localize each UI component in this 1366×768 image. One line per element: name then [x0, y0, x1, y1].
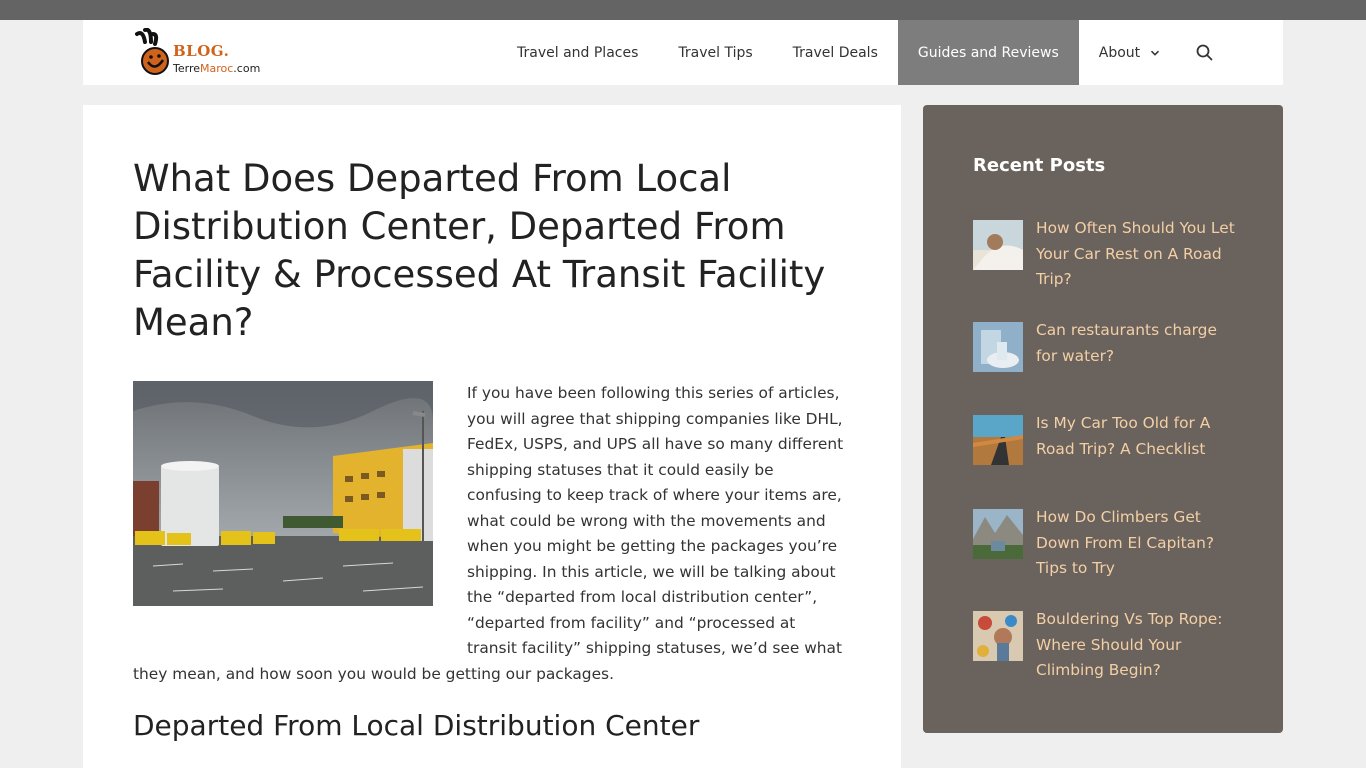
main-nav: Travel and Places Travel Tips Travel Dea…: [497, 20, 1228, 85]
article-content: What Does Departed From Local Distributi…: [83, 105, 901, 768]
nav-travel-tips[interactable]: Travel Tips: [658, 20, 772, 85]
sidebar: Recent Posts How Often Should You Let Yo…: [923, 105, 1283, 733]
logo-mark-icon: [135, 28, 169, 75]
post-thumbnail[interactable]: [973, 509, 1023, 559]
post-link[interactable]: How Do Climbers Get Down From El Capitan…: [1036, 505, 1241, 582]
post-thumbnail[interactable]: [973, 322, 1023, 372]
post-thumbnail[interactable]: [973, 415, 1023, 465]
site-header: BLOG. TerreMaroc.com Travel and Places T…: [83, 20, 1283, 85]
post-link[interactable]: Can restaurants charge for water?: [1036, 318, 1241, 369]
nav-about[interactable]: About: [1079, 20, 1180, 85]
article-title: What Does Departed From Local Distributi…: [133, 157, 826, 344]
post-thumbnail[interactable]: [973, 220, 1023, 270]
post-thumbnail[interactable]: [973, 611, 1023, 661]
post-link[interactable]: Bouldering Vs Top Rope: Where Should You…: [1036, 607, 1241, 684]
post-link[interactable]: Is My Car Too Old for A Road Trip? A Che…: [1036, 411, 1241, 462]
nav-travel-deals[interactable]: Travel Deals: [773, 20, 898, 85]
nav-guides-and-reviews[interactable]: Guides and Reviews: [897, 20, 1079, 85]
post-link[interactable]: How Often Should You Let Your Car Rest o…: [1036, 216, 1241, 293]
nav-travel-and-places[interactable]: Travel and Places: [497, 20, 658, 85]
top-strip: [0, 0, 1366, 20]
site-logo[interactable]: BLOG. TerreMaroc.com: [133, 28, 273, 78]
logo-text-blog: BLOG.: [173, 42, 230, 60]
recent-posts-title: Recent Posts: [973, 155, 1106, 176]
chevron-down-icon: [1151, 50, 1160, 56]
search-button[interactable]: [1180, 20, 1228, 85]
nav-about-label: About: [1098, 44, 1141, 61]
search-icon: [1196, 44, 1213, 61]
article-intro: If you have been following this series o…: [133, 381, 848, 687]
section-heading: Departed From Local Distribution Center: [133, 709, 700, 742]
logo-text-domain: TerreMaroc.com: [173, 62, 261, 75]
